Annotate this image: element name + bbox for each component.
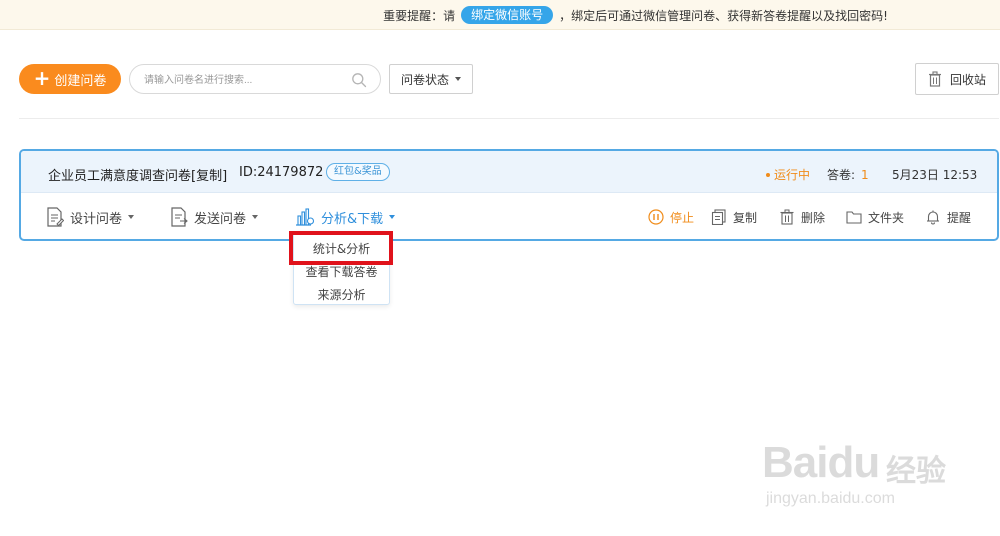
pause-icon [648,209,664,225]
watermark-brand: Baidu [762,438,880,487]
highlight-annotation-box [289,231,393,265]
survey-card-header: 企业员工满意度调查问卷[复制] ID:24179872 红包&奖品 运行中 答卷… [21,151,997,193]
create-survey-label: 创建问卷 [54,73,107,89]
status-text: 运行中 [774,168,811,182]
remind-label: 提醒 [947,210,972,225]
send-document-icon [171,207,188,227]
search-icon[interactable] [351,72,367,88]
remind-button[interactable]: 提醒 [925,208,971,226]
chevron-down-icon [455,77,461,81]
chevron-down-icon [389,215,396,219]
watermark-cn: 经验 [886,454,946,489]
recycle-bin-label: 回收站 [949,72,986,87]
status-filter-select[interactable]: 问卷状态 [389,64,473,94]
stop-button[interactable]: 停止 [648,208,694,226]
delete-button[interactable]: 删除 [779,208,825,226]
copy-label: 复制 [733,210,758,225]
copy-button[interactable]: 复制 [711,208,757,226]
reward-tag-badge: 红包&奖品 [326,163,390,181]
copy-icon [711,209,726,225]
notice-bar: 重要提醒：请 绑定微信账号 ，绑定后可通过微信管理问卷、获得新答卷提醒以及找回密… [0,0,1000,30]
bind-wechat-button[interactable]: 绑定微信账号 [461,6,554,24]
answer-count-value[interactable]: 1 [861,168,869,182]
chevron-down-icon [128,215,135,219]
analyze-download-menu[interactable]: 分析&下载 [295,207,396,227]
create-survey-button[interactable]: + 创建问卷 [19,64,121,94]
answer-count: 答卷: 1 [827,166,869,183]
folder-button[interactable]: 文件夹 [846,208,904,226]
survey-id: ID:24179872 [239,165,324,180]
divider [19,118,999,119]
analyze-download-label: 分析&下载 [321,211,384,227]
send-survey-menu[interactable]: 发送问卷 [170,207,259,227]
folder-label: 文件夹 [868,210,905,225]
edit-document-icon [47,207,64,227]
status-filter-label: 问卷状态 [400,72,449,87]
survey-title[interactable]: 企业员工满意度调查问卷[复制] [48,165,227,184]
recycle-bin-button[interactable]: 回收站 [915,63,999,95]
folder-icon [846,211,862,224]
chart-report-icon [296,208,315,226]
survey-card: 企业员工满意度调查问卷[复制] ID:24179872 红包&奖品 运行中 答卷… [19,149,999,241]
stop-label: 停止 [670,210,695,225]
plus-icon: + [33,66,51,90]
survey-timestamp: 5月23日 12:53 [892,168,978,182]
watermark: Baidu 经验 jingyan.baidu.com [762,428,962,518]
delete-label: 删除 [801,210,826,225]
watermark-url: jingyan.baidu.com [766,490,895,507]
trash-icon [780,209,794,225]
notice-prefix: 重要提醒：请 [383,8,456,23]
design-survey-menu[interactable]: 设计问卷 [46,207,135,227]
dropdown-item-view-download[interactable]: 查看下载答卷 [294,263,389,280]
bell-icon [927,210,939,225]
notice-text: 重要提醒：请 绑定微信账号 ，绑定后可通过微信管理问卷、获得新答卷提醒以及找回密… [383,5,888,25]
answer-count-label: 答卷: [827,168,856,182]
search-input[interactable] [144,71,344,89]
send-survey-label: 发送问卷 [194,211,247,227]
notice-suffix: ，绑定后可通过微信管理问卷、获得新答卷提醒以及找回密码! [559,8,888,23]
dropdown-item-source-analysis[interactable]: 来源分析 [294,286,389,303]
search-box [129,64,381,94]
status-badge: 运行中 [766,166,810,183]
chevron-down-icon [252,215,259,219]
design-survey-label: 设计问卷 [70,211,123,227]
trash-icon [928,71,941,87]
status-dot-icon [766,172,770,177]
